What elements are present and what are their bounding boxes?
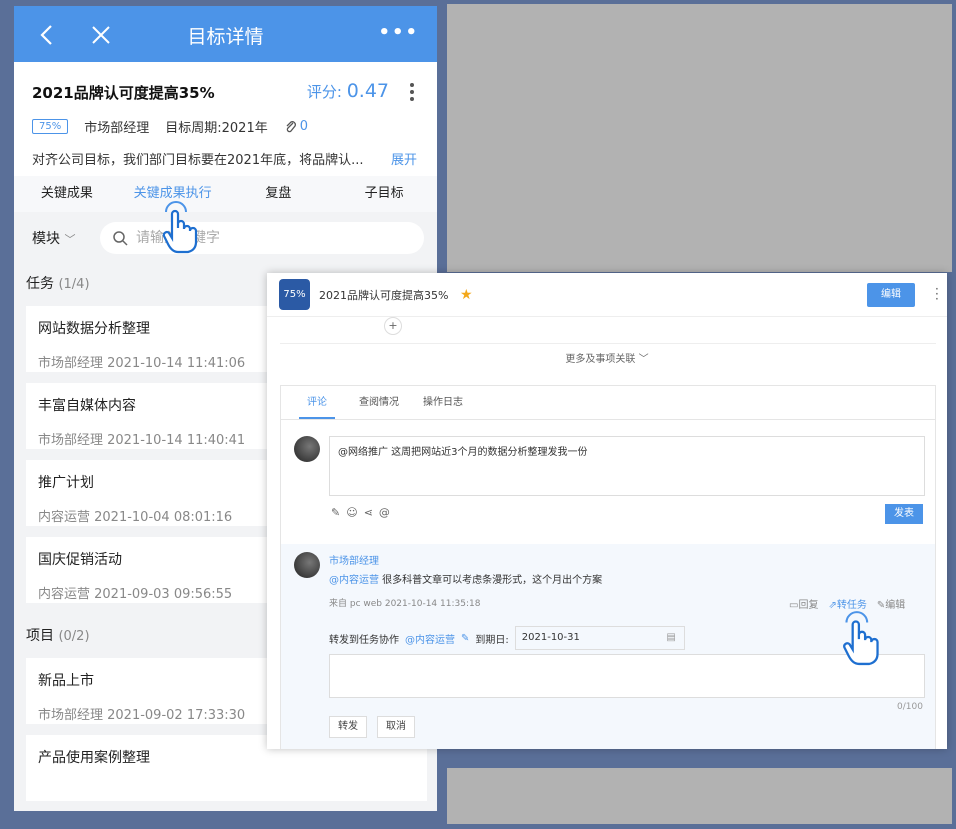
forward-row: 转发到任务协作 @内容运营 ✎ 到期日: 2021-10-31 ▤: [329, 626, 685, 650]
pointer-hand-icon: [162, 201, 198, 254]
module-dropdown[interactable]: 模块 ﹀: [32, 228, 75, 248]
tab-review[interactable]: 复盘: [226, 176, 332, 212]
divider: [280, 343, 936, 344]
mention-icon[interactable]: @: [379, 506, 396, 519]
more-icon[interactable]: •••: [378, 22, 419, 43]
reply-button[interactable]: ▭回复: [789, 596, 818, 611]
chevron-down-icon: ﹀: [638, 354, 649, 365]
score-label: 评分:: [306, 83, 342, 101]
comment-section: 评论 查阅情况 操作日志 @网络推广 这周把网站近3个月的数据分析整理发我一份 …: [280, 385, 936, 749]
pencil-icon[interactable]: ✎: [461, 633, 469, 644]
comment-tabs: 评论 查阅情况 操作日志: [281, 386, 935, 420]
due-date-value: 2021-10-31: [521, 632, 580, 643]
mobile-header: 目标详情 •••: [14, 6, 437, 62]
edit-comment-label: 编辑: [885, 600, 906, 611]
search-input[interactable]: 请输入关键字: [100, 222, 424, 254]
due-date-input[interactable]: 2021-10-31 ▤: [514, 626, 685, 650]
tab-comments[interactable]: 评论: [299, 386, 335, 419]
score: 评分: 0.47: [307, 80, 389, 102]
projects-heading-label: 项目: [26, 628, 54, 644]
search-icon: [113, 231, 128, 246]
tab-logs[interactable]: 操作日志: [423, 386, 463, 419]
tab-key-results[interactable]: 关键成果: [14, 176, 120, 212]
goal-card: 2021品牌认可度提高35% 评分: 0.47 75% 市场部经理 目标周期:2…: [14, 62, 437, 176]
desktop-title-text: 2021品牌认可度提高35%: [319, 289, 449, 302]
attachment[interactable]: 0: [284, 119, 308, 134]
char-count: 0/100: [897, 702, 923, 712]
goal-title: 2021品牌认可度提高35%: [32, 84, 215, 102]
goal-meta: 75% 市场部经理 目标周期:2021年 0: [32, 117, 308, 136]
paperclip-icon: [286, 120, 296, 132]
more-links[interactable]: 更多及事项关联 ﹀: [267, 350, 947, 365]
paperclip-icon[interactable]: ✎: [331, 506, 346, 519]
comment-body: 很多科普文章可以考虑条漫形式，这个月出个方案: [379, 575, 603, 586]
attachment-count: 0: [299, 119, 308, 134]
tasks-heading-label: 任务: [26, 276, 54, 292]
tab-views[interactable]: 查阅情况: [359, 386, 399, 419]
backdrop-bottom: [447, 768, 952, 824]
avatar: [294, 436, 320, 462]
mobile-tabs: 关键成果 关键成果执行 复盘 子目标: [14, 176, 437, 212]
forward-button[interactable]: 转发: [329, 716, 367, 738]
expand-link[interactable]: 展开: [391, 149, 417, 168]
add-icon[interactable]: +: [384, 317, 402, 335]
avatar: [294, 552, 320, 578]
comment-text: @内容运营 很多科普文章可以考虑条漫形式，这个月出个方案: [329, 571, 602, 586]
module-label: 模块: [32, 231, 60, 247]
projects-count: (0/2): [58, 629, 90, 644]
score-value: 0.47: [346, 80, 389, 102]
desktop-title: 2021品牌认可度提高35% ★: [319, 287, 473, 303]
share-icon[interactable]: ⋖: [364, 506, 379, 519]
goal-logo: 75%: [279, 279, 310, 310]
kebab-icon[interactable]: · · ·: [935, 283, 939, 305]
filter-bar: 模块 ﹀ 请输入关键字: [14, 212, 437, 262]
comment-author[interactable]: 市场部经理: [329, 552, 379, 567]
comment-input[interactable]: @网络推广 这周把网站近3个月的数据分析整理发我一份: [329, 436, 925, 496]
tasks-count: (1/4): [58, 277, 90, 292]
owner: 市场部经理: [84, 121, 150, 136]
cancel-button[interactable]: 取消: [377, 716, 415, 738]
desktop-panel: 75% 2021品牌认可度提高35% ★ 编辑 · · · + 更多及事项关联 ﹀ …: [267, 273, 947, 749]
chevron-down-icon: ﹀: [64, 233, 76, 246]
due-label: 到期日:: [475, 634, 509, 646]
forward-label: 转发到任务协作: [329, 634, 399, 646]
progress-badge: 75%: [32, 119, 69, 134]
comment-source: 来自 pc web 2021-10-14 11:35:18: [329, 599, 481, 609]
tab-sub-goals[interactable]: 子目标: [331, 176, 437, 212]
forward-target[interactable]: @内容运营: [405, 631, 455, 646]
goal-description: 对齐公司目标，我们部门目标要在2021年底，将品牌认...: [32, 153, 364, 168]
edit-button[interactable]: 编辑: [867, 283, 915, 307]
reply-label: 回复: [798, 600, 819, 611]
backdrop-top: [447, 4, 952, 272]
kebab-icon[interactable]: [409, 82, 415, 102]
desktop-header: 75% 2021品牌认可度提高35% ★ 编辑 · · ·: [267, 273, 947, 317]
emoji-icon[interactable]: ☺: [346, 506, 363, 519]
publish-button[interactable]: 发表: [885, 504, 923, 524]
more-links-label: 更多及事项关联: [565, 354, 636, 365]
comment-tools: ✎☺⋖@: [331, 506, 396, 519]
pointer-hand-icon: [843, 611, 879, 666]
period: 目标周期:2021年: [165, 121, 268, 136]
comment-mention[interactable]: @内容运营: [329, 575, 379, 586]
star-icon[interactable]: ★: [460, 287, 473, 303]
header-title: 目标详情: [187, 26, 264, 48]
project-name: 产品使用案例整理: [38, 750, 150, 766]
calendar-icon: ▤: [666, 632, 676, 643]
